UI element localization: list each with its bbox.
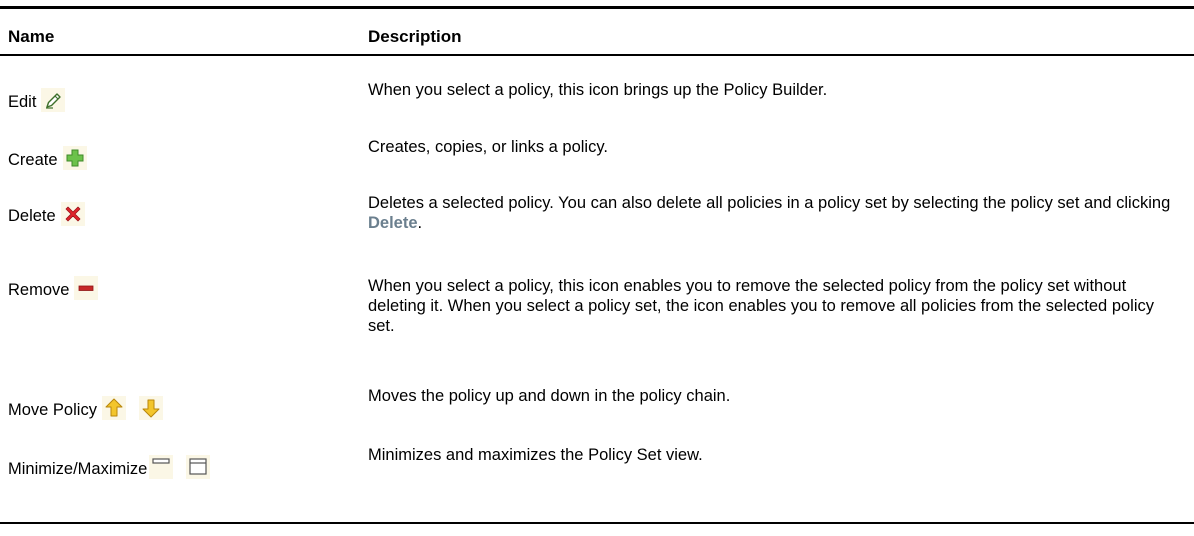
column-header-description: Description xyxy=(368,27,462,46)
row-description-edit: When you select a policy, this icon brin… xyxy=(368,81,828,99)
minimize-icon xyxy=(149,455,174,479)
arrow-down-icon xyxy=(138,396,163,420)
arrow-up-icon xyxy=(101,396,126,420)
row-name-remove: Remove xyxy=(8,281,70,299)
row-name-minimize-maximize: Minimize/Maximize xyxy=(8,460,148,478)
header-rule xyxy=(0,54,1194,56)
row-description-create: Creates, copies, or links a policy. xyxy=(368,138,608,156)
row-name-delete: Delete xyxy=(8,207,56,225)
column-header-name: Name xyxy=(8,27,55,46)
row-name-create: Create xyxy=(8,151,58,169)
minus-icon xyxy=(74,276,99,300)
row-name-edit: Edit xyxy=(8,93,37,111)
row-description-minimize-maximize: Minimizes and maximizes the Policy Set v… xyxy=(368,446,703,464)
row-name-move-policy: Move Policy xyxy=(8,401,97,419)
pencil-icon xyxy=(41,88,66,112)
delete-ui-reference: Delete xyxy=(368,214,418,232)
maximize-icon xyxy=(186,455,211,479)
row-description-move-policy: Moves the policy up and down in the poli… xyxy=(368,387,731,405)
plus-icon xyxy=(62,146,87,170)
row-description-delete: Deletes a selected policy. You can also … xyxy=(368,194,1171,232)
table-bottom-rule xyxy=(0,522,1194,524)
table-top-rule xyxy=(0,6,1194,9)
row-description-remove: When you select a policy, this icon enab… xyxy=(368,277,1154,335)
red-x-icon xyxy=(60,202,85,226)
